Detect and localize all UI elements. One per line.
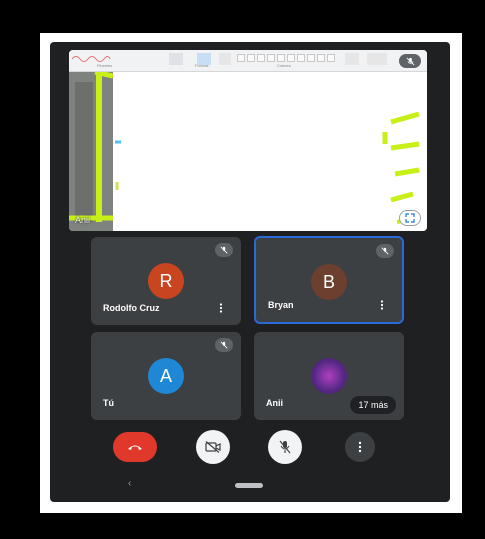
- shared-screen[interactable]: Pinceles Formas Colores Anii: [69, 50, 427, 231]
- mic-off-icon: [279, 440, 291, 454]
- leave-call-button[interactable]: [113, 432, 157, 462]
- ribbon-label: Pinceles: [97, 63, 113, 68]
- mic-off-icon: [381, 247, 389, 255]
- shared-image-strip: [69, 72, 113, 231]
- participant-name: Rodolfo Cruz: [103, 303, 160, 313]
- presenter-name: Anii: [75, 215, 91, 225]
- muted-indicator: [215, 243, 233, 257]
- drawing-strokes: [69, 72, 113, 231]
- participant-tile[interactable]: A Tú: [91, 332, 241, 420]
- participant-name: Tú: [103, 398, 114, 408]
- participant-tile[interactable]: B Bryan: [254, 236, 404, 324]
- avatar: A: [148, 358, 184, 394]
- ribbon-label: Formas: [195, 63, 209, 68]
- more-vert-icon[interactable]: [380, 300, 384, 310]
- more-vert-icon[interactable]: [219, 303, 223, 313]
- participant-name: Bryan: [268, 300, 294, 310]
- camera-off-icon: [205, 441, 221, 453]
- presenter-muted-indicator: [399, 54, 421, 68]
- avatar-image: [311, 358, 347, 394]
- more-vert-icon: [358, 441, 362, 453]
- more-options-button[interactable]: [345, 432, 375, 462]
- canvas-strokes: [115, 111, 420, 224]
- participant-tile[interactable]: Anii 17 más: [254, 332, 404, 420]
- back-icon[interactable]: ‹: [128, 478, 131, 489]
- ribbon-label: Colores: [277, 63, 291, 68]
- muted-indicator: [376, 244, 394, 258]
- avatar: B: [311, 264, 347, 300]
- home-pill-icon[interactable]: [235, 483, 263, 488]
- doodle-icon: [71, 56, 111, 62]
- mic-off-icon: [406, 57, 414, 65]
- avatar: R: [148, 263, 184, 299]
- mic-toggle-button[interactable]: [268, 430, 302, 464]
- mic-off-icon: [220, 341, 228, 349]
- more-participants-badge[interactable]: 17 más: [350, 396, 396, 414]
- fullscreen-button[interactable]: [399, 210, 421, 226]
- mic-off-icon: [220, 246, 228, 254]
- phone-hangup-icon: [128, 445, 142, 450]
- drawing-canvas[interactable]: [113, 72, 427, 231]
- paint-ribbon: Pinceles Formas Colores: [69, 50, 427, 72]
- fullscreen-icon: [405, 213, 415, 223]
- camera-toggle-button[interactable]: [196, 430, 230, 464]
- muted-indicator: [215, 338, 233, 352]
- participant-tile[interactable]: R Rodolfo Cruz: [91, 237, 241, 325]
- meet-screen: Pinceles Formas Colores Anii R Rodolfo C…: [50, 42, 450, 502]
- participant-name: Anii: [266, 398, 283, 408]
- system-nav-bar: ‹: [50, 472, 450, 502]
